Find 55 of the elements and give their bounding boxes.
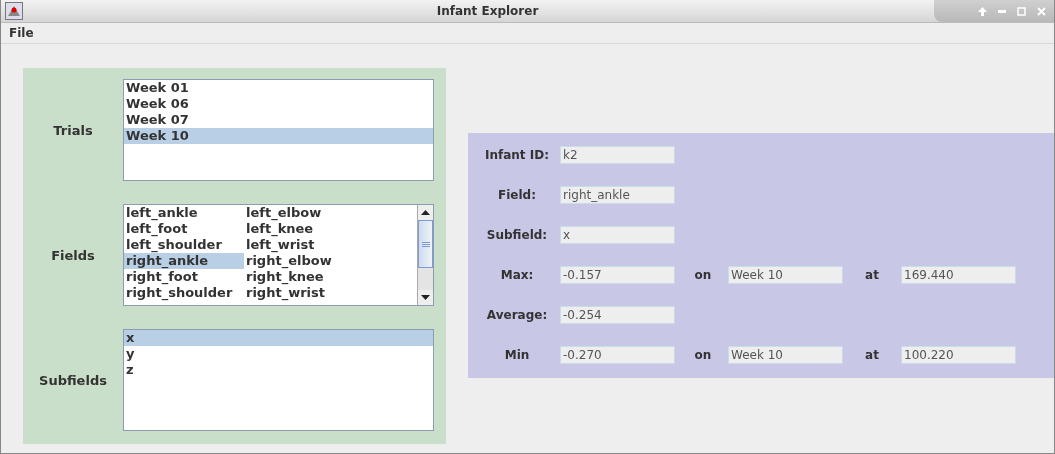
field-label: Min [503,348,531,362]
list-label: Subfields [38,372,108,388]
list-label: Trials [52,122,94,138]
value-field[interactable]: Week 10 [728,266,843,284]
list-item[interactable]: right_shoulder [124,285,244,301]
list-box[interactable]: left_ankle left_elbow left_foot left_knee left_shoulder left_wrist right_ankle right_elbow right_foot right_knee right_shoulder right_wrist [123,204,434,306]
value-field[interactable]: right_ankle [560,186,675,204]
list-item[interactable]: left_foot [124,221,244,237]
list-item[interactable]: left_shoulder [124,237,244,253]
list-item[interactable]: right_ankle [124,253,244,269]
field-label: Infant ID: [484,148,550,162]
list-item[interactable]: y [124,346,433,362]
list-item[interactable]: right_elbow [244,253,417,269]
menu-item[interactable]: File [9,26,34,40]
list-item[interactable]: right_knee [244,269,417,285]
list-item[interactable]: left_ankle [124,205,244,221]
list-item[interactable]: right_wrist [244,285,417,301]
value-field[interactable]: -0.254 [560,306,675,324]
list-item[interactable]: Week 01 [124,80,433,96]
field-label: at [864,348,880,362]
scrollbar-thumb[interactable] [418,220,433,268]
field-label: at [864,268,880,282]
list-item[interactable]: right_foot [124,269,244,285]
arrow-down-icon[interactable] [421,295,430,300]
maximize-icon[interactable] [1017,6,1026,16]
list-box[interactable]: x y z [123,329,434,431]
value-field[interactable]: x [560,226,675,244]
value-field[interactable]: k2 [560,146,675,164]
list-item[interactable]: left_elbow [244,205,417,221]
field-label: Max: [499,268,535,282]
app-icon [5,2,23,20]
list-item[interactable]: x [124,330,433,346]
list-item[interactable]: Week 10 [124,128,433,144]
field-label: on [693,348,713,362]
value-field[interactable]: 100.220 [901,346,1016,364]
value-field[interactable]: -0.270 [560,346,675,364]
list-item[interactable]: Week 06 [124,96,433,112]
close-icon[interactable] [1037,6,1046,16]
list-item[interactable]: left_wrist [244,237,417,253]
field-label: Subfield: [485,228,549,242]
list-item[interactable]: z [124,362,433,378]
list-item[interactable]: left_knee [244,221,417,237]
field-label: on [693,268,713,282]
window-title: Infant Explorer [435,4,540,18]
field-label: Field: [497,188,537,202]
field-label: Average: [485,308,549,322]
value-field[interactable]: -0.157 [560,266,675,284]
list-label: Fields [50,247,96,263]
value-field[interactable]: 169.440 [901,266,1016,284]
value-field[interactable]: Week 10 [728,346,843,364]
list-item[interactable]: Week 07 [124,112,433,128]
list-box[interactable]: Week 01 Week 06 Week 07 Week 10 [123,79,434,181]
minimize-icon[interactable] [998,9,1006,13]
scrollbar[interactable] [417,205,433,305]
arrow-up-icon[interactable] [421,210,430,215]
